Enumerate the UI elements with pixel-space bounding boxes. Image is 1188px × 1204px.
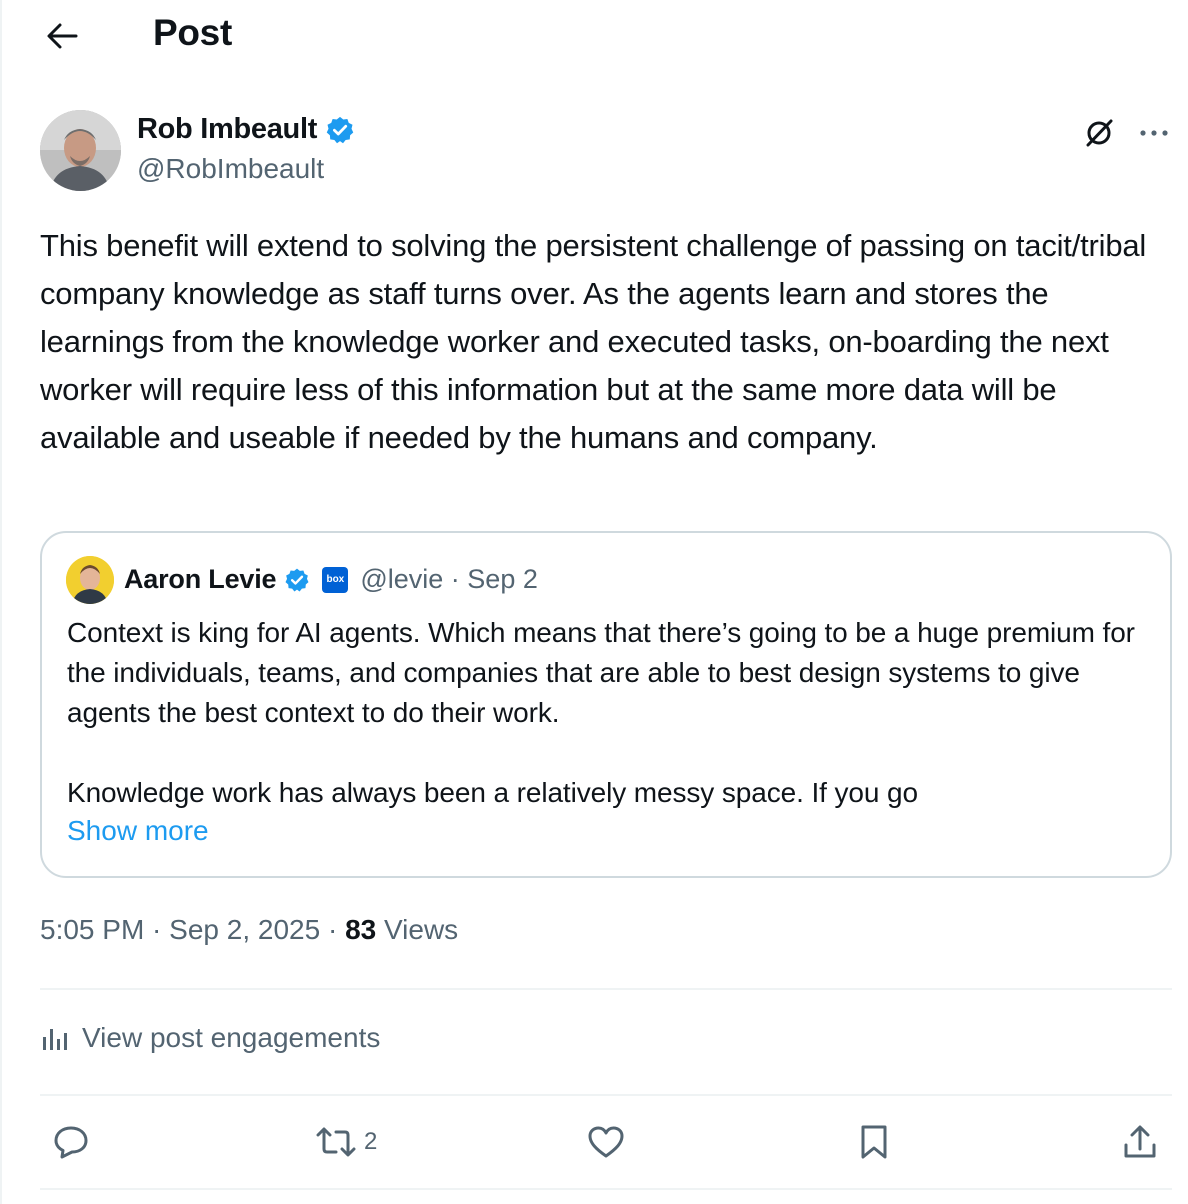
author-avatar[interactable] [40, 110, 121, 191]
author-name[interactable]: Rob Imbeault [137, 113, 317, 146]
quoted-author-name: Aaron Levie [124, 564, 277, 594]
share-button[interactable] [1122, 1112, 1158, 1172]
author-handle[interactable]: @RobImbeault [137, 153, 324, 185]
quoted-author-handle-date: @levie · Sep 2 [360, 564, 538, 594]
quoted-post-card[interactable]: Aaron Levie box @levie · Sep 2 Context i… [40, 531, 1172, 878]
action-bar: 2 [2, 1112, 1188, 1172]
share-icon [1124, 1125, 1156, 1158]
views-label: Views [376, 914, 459, 945]
repost-button[interactable]: 2 [314, 1112, 377, 1172]
verified-badge-icon [326, 116, 354, 143]
analytics-icon [43, 1029, 67, 1050]
reply-button[interactable] [52, 1112, 90, 1172]
show-more-link[interactable]: Show more [67, 815, 209, 847]
divider [40, 1188, 1172, 1190]
divider [40, 1094, 1172, 1096]
bookmark-icon [861, 1125, 887, 1159]
repost-icon [316, 1127, 356, 1157]
verified-badge-icon [285, 568, 309, 591]
arrow-left-icon [47, 23, 78, 49]
reply-icon [54, 1126, 88, 1159]
page-title: Post [153, 12, 232, 53]
view-engagements-button[interactable]: View post engagements [40, 1022, 380, 1054]
heart-icon [588, 1126, 624, 1158]
post-page: Post Rob Imbeault @RobImbeault This bene… [0, 0, 1188, 1204]
quoted-paragraph-2: Knowledge work has always been a relativ… [67, 777, 918, 808]
tweet-text: This benefit will extend to solving the … [40, 228, 1147, 455]
back-button[interactable] [38, 14, 86, 58]
post-timestamp[interactable]: 5:05 PM · Sep 2, 2025 · [40, 914, 345, 945]
author-name-row: Rob Imbeault [137, 113, 355, 146]
quoted-paragraph-1: Context is king for AI agents. Which mea… [67, 617, 1135, 728]
quoted-post-header: Aaron Levie box @levie · Sep 2 [124, 564, 538, 595]
quoted-post-text: Context is king for AI agents. Which mea… [67, 613, 1147, 813]
view-engagements-label: View post engagements [82, 1022, 381, 1053]
repost-count: 2 [364, 1128, 378, 1155]
post-meta: 5:05 PM · Sep 2, 2025 · 83 Views [40, 914, 458, 946]
affiliate-badge-box-icon: box [322, 566, 349, 593]
page-header: Post [2, 0, 1188, 72]
bookmark-button[interactable] [857, 1112, 891, 1172]
like-button[interactable] [586, 1112, 626, 1172]
quoted-author-avatar [66, 556, 114, 604]
more-options-icon[interactable] [1134, 116, 1174, 150]
views-count: 83 [345, 914, 377, 945]
divider [40, 988, 1172, 990]
grok-icon[interactable] [1082, 116, 1116, 150]
